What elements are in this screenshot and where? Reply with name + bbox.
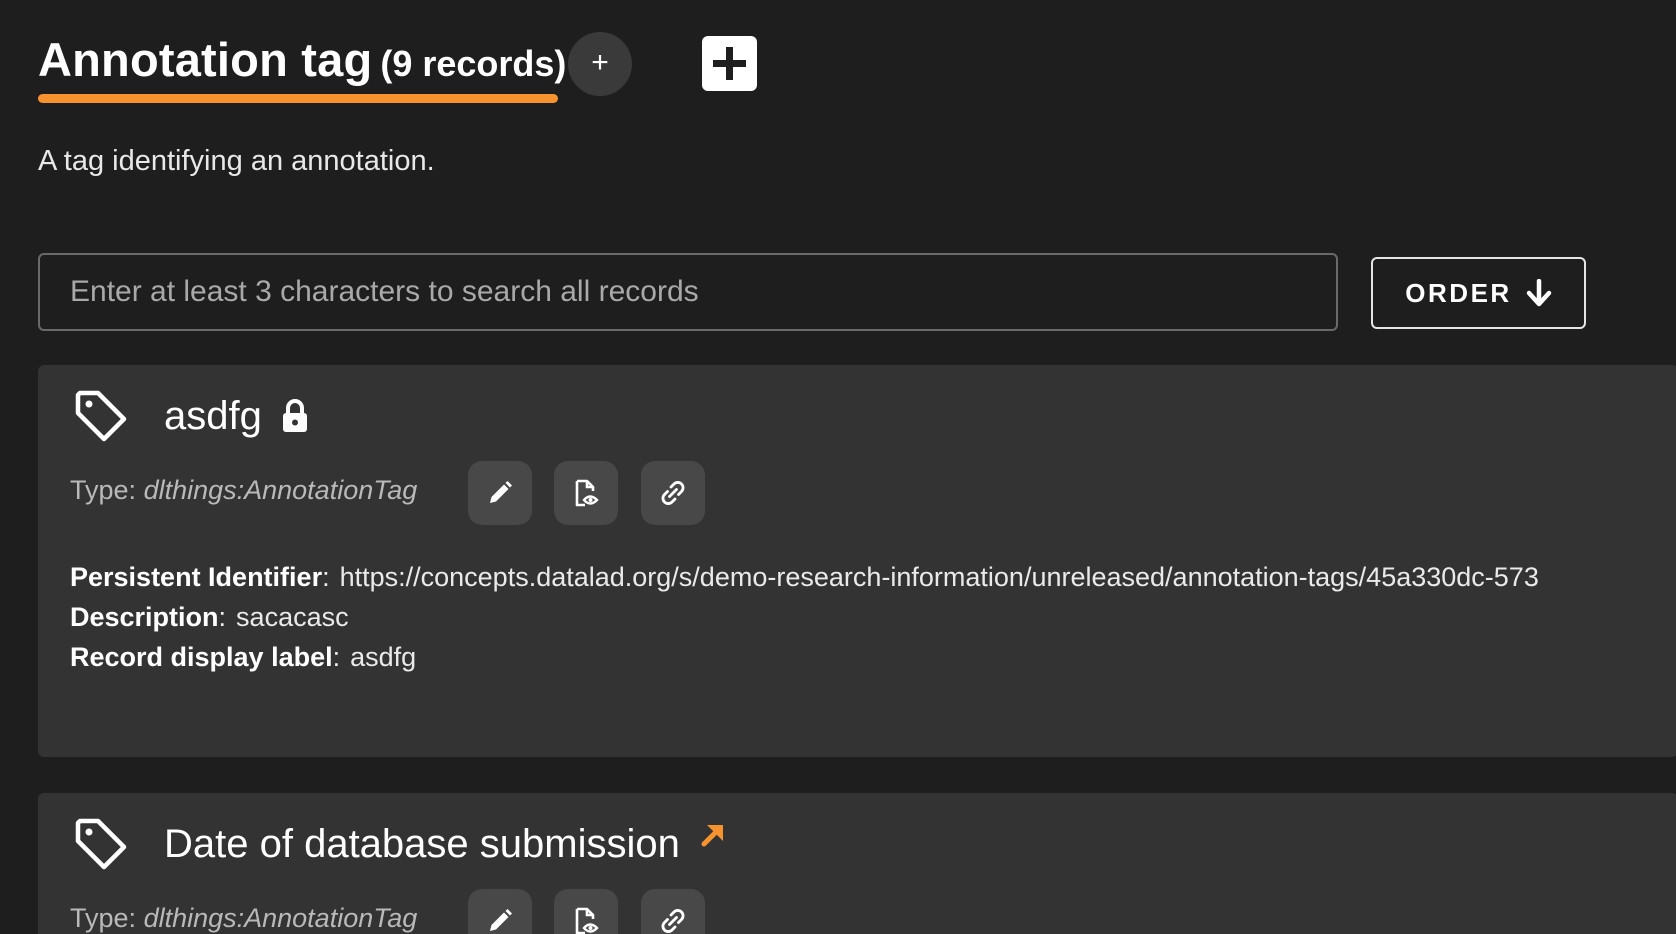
record-count: (9 records): [380, 43, 567, 84]
page: Annotation tag (9 records) + A tag identi…: [0, 0, 1676, 934]
record-type: Type: dlthings:AnnotationTag: [70, 475, 417, 506]
property-value-link[interactable]: https://concepts.datalad.org/s/demo-rese…: [340, 562, 1539, 592]
record-title[interactable]: Date of database submission: [164, 815, 728, 873]
property-value: sacacasc: [236, 602, 349, 632]
order-button-label: ORDER: [1405, 277, 1512, 308]
record-type-value: dlthings:AnnotationTag: [143, 475, 418, 505]
page-title-text: Annotation tag: [38, 33, 373, 86]
pencil-icon: [490, 909, 512, 931]
property-key: Description: [70, 602, 219, 632]
page-description: A tag identifying an annotation.: [38, 145, 435, 177]
record-title[interactable]: asdfg: [164, 387, 310, 445]
plus-icon: +: [591, 46, 609, 79]
record-type-label: Type:: [70, 475, 137, 505]
view-record-button[interactable]: [554, 461, 618, 525]
file-eye-icon: [575, 479, 599, 507]
copy-link-button[interactable]: [641, 461, 705, 525]
link-icon: [661, 481, 685, 505]
property-key: Record display label: [70, 642, 333, 672]
property-persistent-identifier: Persistent Identifier: https://concepts.d…: [70, 562, 1539, 592]
search-input[interactable]: [38, 253, 1338, 331]
title-underline: [38, 94, 558, 103]
view-record-button[interactable]: [554, 889, 618, 934]
record-title-text: Date of database submission: [164, 822, 680, 866]
plus-square-icon: [713, 47, 746, 80]
property-description: Description: sacacasc: [70, 602, 349, 632]
record-title-text: asdfg: [164, 394, 262, 438]
record-type-label: Type:: [70, 903, 137, 933]
edit-button[interactable]: [468, 461, 532, 525]
arrow-down-icon: [1526, 279, 1551, 307]
property-key: Persistent Identifier: [70, 562, 323, 592]
record-type-value: dlthings:AnnotationTag: [143, 903, 418, 933]
tag-icon: [75, 818, 127, 870]
add-record-square-button[interactable]: [702, 36, 757, 91]
record-card: Date of database submission Type: dlthin…: [38, 793, 1676, 934]
property-value: asdfg: [350, 642, 417, 672]
record-type: Type: dlthings:AnnotationTag: [70, 903, 417, 934]
record-properties: Persistent Identifier: https://concepts.d…: [70, 557, 1539, 677]
copy-link-button[interactable]: [641, 889, 705, 934]
property-display-label: Record display label: asdfg: [70, 642, 417, 672]
add-record-circle-button[interactable]: +: [568, 32, 632, 96]
file-eye-icon: [575, 907, 599, 934]
link-icon: [661, 909, 685, 933]
record-card: asdfg Type: dlthings:AnnotationTag Persi…: [38, 365, 1676, 757]
tag-icon: [75, 390, 127, 442]
page-title: Annotation tag (9 records): [38, 30, 566, 90]
order-button[interactable]: ORDER: [1371, 257, 1586, 329]
external-link-icon[interactable]: [698, 820, 728, 850]
edit-button[interactable]: [468, 889, 532, 934]
lock-icon: [282, 399, 307, 432]
pencil-icon: [490, 481, 512, 503]
